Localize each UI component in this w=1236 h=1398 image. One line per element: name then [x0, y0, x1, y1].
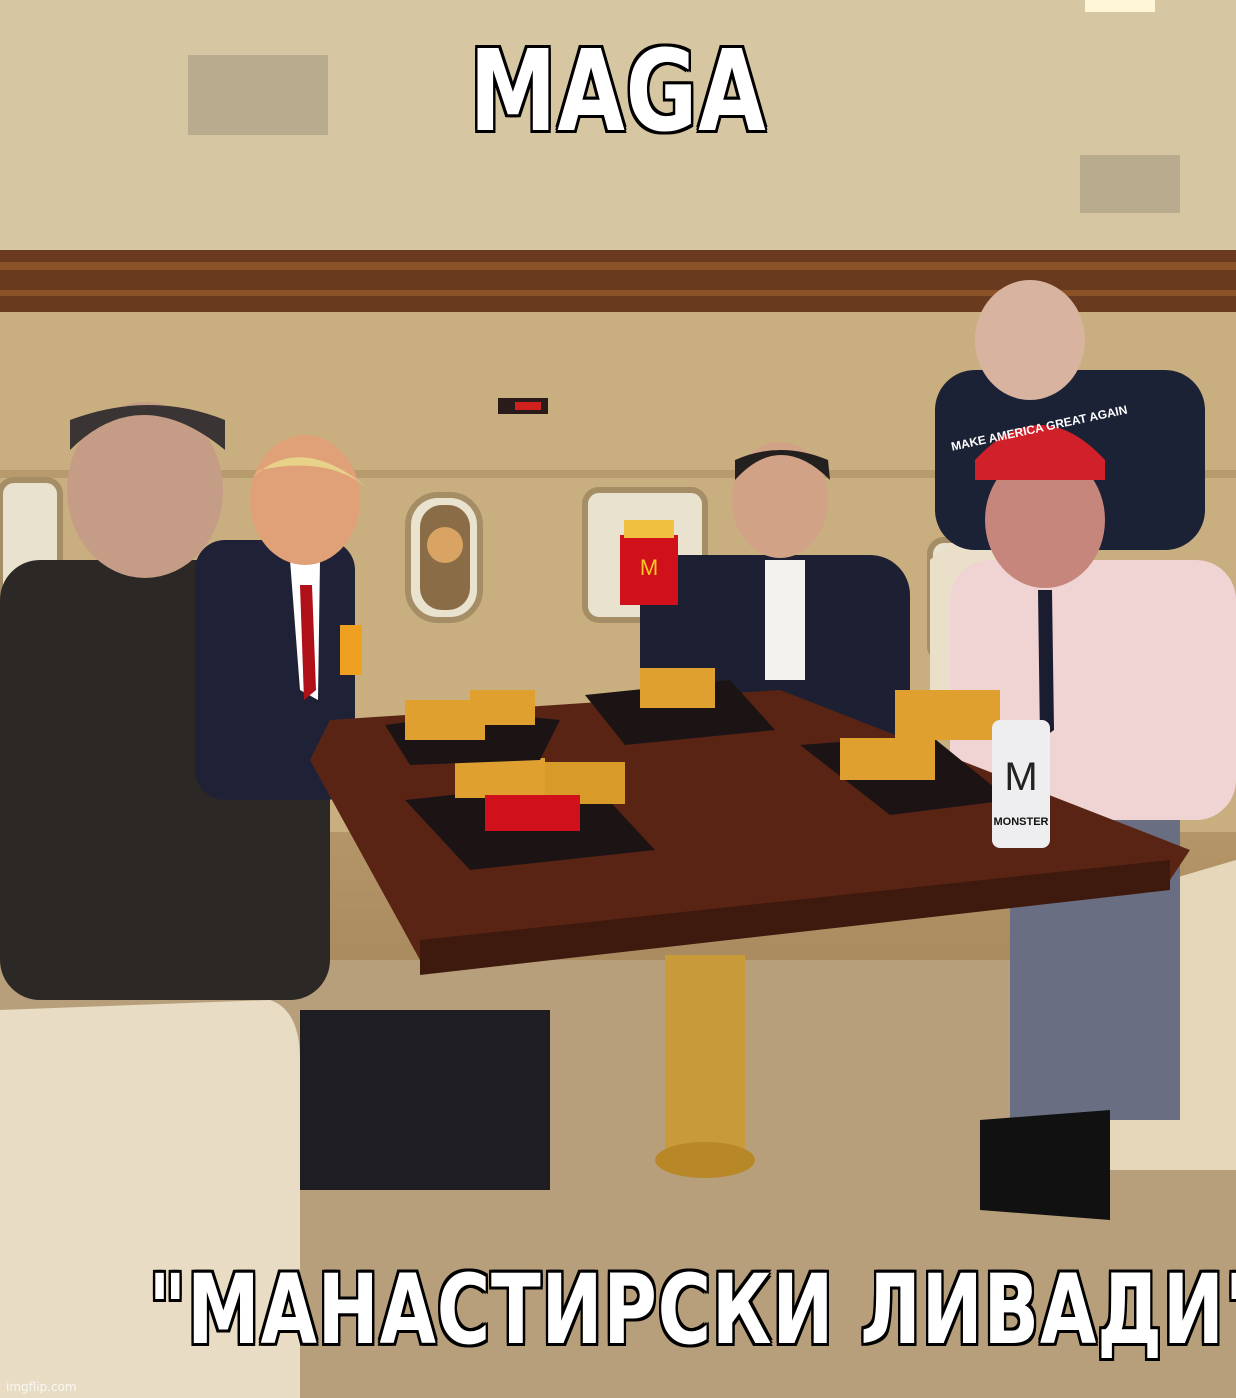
meme-image: M M MAKE AMERICA GREAT AGAIN MONSTER MAG…	[0, 0, 1236, 1398]
scene-text-layer: MAKE AMERICA GREAT AGAIN MONSTER	[950, 403, 1129, 828]
can-text: MONSTER	[994, 816, 1049, 828]
top-caption: MAGA	[469, 27, 767, 157]
hat-text: MAKE AMERICA GREAT AGAIN	[950, 403, 1129, 454]
bottom-caption: "МАНАСТИРСКИ ЛИВАДИ"	[148, 1254, 1236, 1366]
watermark: imgflip.com	[6, 1380, 77, 1394]
